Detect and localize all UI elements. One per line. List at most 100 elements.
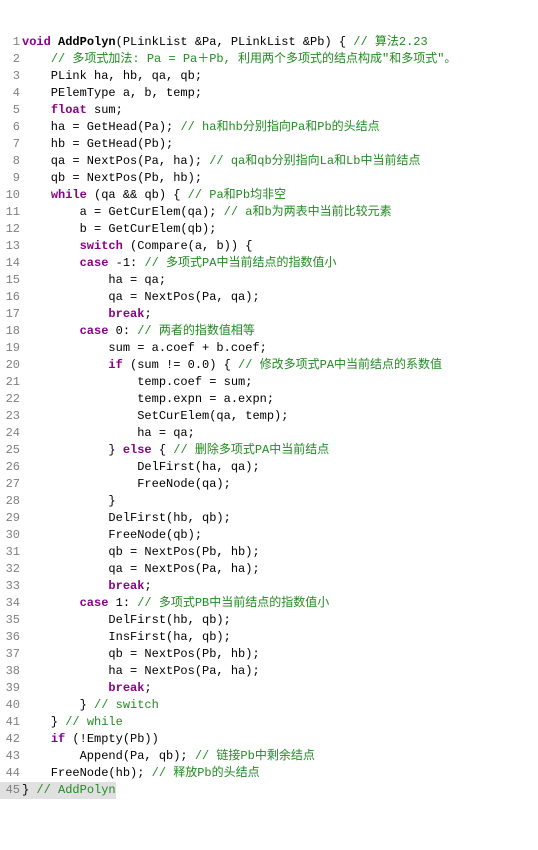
code-line: 8 qa = NextPos(Pa, ha); // qa和qb分别指向La和L… bbox=[0, 153, 538, 170]
line-content: case 0: // 两者的指数值相等 bbox=[20, 323, 255, 340]
line-content: PElemType a, b, temp; bbox=[20, 85, 202, 102]
code-line: 36 InsFirst(ha, qb); bbox=[0, 629, 538, 646]
line-content: SetCurElem(qa, temp); bbox=[20, 408, 288, 425]
code-line: 6 ha = GetHead(Pa); // ha和hb分别指向Pa和Pb的头结… bbox=[0, 119, 538, 136]
line-number: 36 bbox=[0, 629, 20, 646]
line-content: ha = GetHead(Pa); // ha和hb分别指向Pa和Pb的头结点 bbox=[20, 119, 380, 136]
line-content: qb = NextPos(Pb, hb); bbox=[20, 544, 260, 561]
line-number: 14 bbox=[0, 255, 20, 272]
code-line: 39 break; bbox=[0, 680, 538, 697]
line-content: qa = NextPos(Pa, qa); bbox=[20, 289, 260, 306]
line-content: if (sum != 0.0) { // 修改多项式PA中当前结点的系数值 bbox=[20, 357, 442, 374]
line-content: } // switch bbox=[20, 697, 159, 714]
code-block: 1void AddPolyn(PLinkList &Pa, PLinkList … bbox=[0, 34, 538, 799]
line-content: Append(Pa, qb); // 链接Pb中剩余结点 bbox=[20, 748, 315, 765]
line-number: 41 bbox=[0, 714, 20, 731]
code-line: 10 while (qa && qb) { // Pa和Pb均非空 bbox=[0, 187, 538, 204]
code-line: 2 // 多项式加法: Pa = Pa＋Pb, 利用两个多项式的结点构成"和多项… bbox=[0, 51, 538, 68]
line-number: 42 bbox=[0, 731, 20, 748]
line-content: temp.expn = a.expn; bbox=[20, 391, 274, 408]
line-number: 11 bbox=[0, 204, 20, 221]
line-content: a = GetCurElem(qa); // a和b为两表中当前比较元素 bbox=[20, 204, 392, 221]
code-line: 34 case 1: // 多项式PB中当前结点的指数值小 bbox=[0, 595, 538, 612]
code-line: 21 temp.coef = sum; bbox=[0, 374, 538, 391]
line-number: 25 bbox=[0, 442, 20, 459]
line-content: } // while bbox=[20, 714, 123, 731]
line-number: 39 bbox=[0, 680, 20, 697]
code-line: 24 ha = qa; bbox=[0, 425, 538, 442]
code-line: 9 qb = NextPos(Pb, hb); bbox=[0, 170, 538, 187]
line-content: b = GetCurElem(qb); bbox=[20, 221, 216, 238]
line-content: DelFirst(hb, qb); bbox=[20, 510, 231, 527]
line-content: PLink ha, hb, qa, qb; bbox=[20, 68, 202, 85]
code-line: 3 PLink ha, hb, qa, qb; bbox=[0, 68, 538, 85]
code-line: 45} // AddPolyn bbox=[0, 782, 538, 799]
code-line: 40 } // switch bbox=[0, 697, 538, 714]
code-line: 29 DelFirst(hb, qb); bbox=[0, 510, 538, 527]
code-line: 23 SetCurElem(qa, temp); bbox=[0, 408, 538, 425]
code-line: 7 hb = GetHead(Pb); bbox=[0, 136, 538, 153]
line-number: 28 bbox=[0, 493, 20, 510]
code-line: 18 case 0: // 两者的指数值相等 bbox=[0, 323, 538, 340]
line-number: 15 bbox=[0, 272, 20, 289]
code-line: 20 if (sum != 0.0) { // 修改多项式PA中当前结点的系数值 bbox=[0, 357, 538, 374]
line-number: 8 bbox=[0, 153, 20, 170]
line-number: 32 bbox=[0, 561, 20, 578]
line-content: qb = NextPos(Pb, hb); bbox=[20, 646, 260, 663]
line-number: 34 bbox=[0, 595, 20, 612]
line-number: 21 bbox=[0, 374, 20, 391]
line-number: 45 bbox=[0, 782, 20, 799]
line-content: FreeNode(qa); bbox=[20, 476, 231, 493]
code-line: 32 qa = NextPos(Pa, ha); bbox=[0, 561, 538, 578]
line-content: temp.coef = sum; bbox=[20, 374, 252, 391]
code-line: 25 } else { // 删除多项式PA中当前结点 bbox=[0, 442, 538, 459]
line-content: InsFirst(ha, qb); bbox=[20, 629, 231, 646]
line-content: if (!Empty(Pb)) bbox=[20, 731, 159, 748]
line-number: 24 bbox=[0, 425, 20, 442]
line-number: 33 bbox=[0, 578, 20, 595]
code-line: 28 } bbox=[0, 493, 538, 510]
line-number: 2 bbox=[0, 51, 20, 68]
line-content: break; bbox=[20, 680, 152, 697]
line-number: 43 bbox=[0, 748, 20, 765]
line-content: } // AddPolyn bbox=[20, 782, 116, 799]
line-number: 40 bbox=[0, 697, 20, 714]
line-number: 5 bbox=[0, 102, 20, 119]
line-content: FreeNode(hb); // 释放Pb的头结点 bbox=[20, 765, 260, 782]
line-content: qb = NextPos(Pb, hb); bbox=[20, 170, 202, 187]
code-line: 11 a = GetCurElem(qa); // a和b为两表中当前比较元素 bbox=[0, 204, 538, 221]
code-line: 38 ha = NextPos(Pa, ha); bbox=[0, 663, 538, 680]
line-content: hb = GetHead(Pb); bbox=[20, 136, 173, 153]
code-line: 13 switch (Compare(a, b)) { bbox=[0, 238, 538, 255]
line-content: break; bbox=[20, 578, 152, 595]
code-line: 19 sum = a.coef + b.coef; bbox=[0, 340, 538, 357]
line-number: 30 bbox=[0, 527, 20, 544]
code-line: 35 DelFirst(hb, qb); bbox=[0, 612, 538, 629]
line-content: FreeNode(qb); bbox=[20, 527, 202, 544]
line-content: } bbox=[20, 493, 116, 510]
line-content: DelFirst(ha, qa); bbox=[20, 459, 260, 476]
line-number: 13 bbox=[0, 238, 20, 255]
line-number: 18 bbox=[0, 323, 20, 340]
line-number: 27 bbox=[0, 476, 20, 493]
line-content: case 1: // 多项式PB中当前结点的指数值小 bbox=[20, 595, 329, 612]
line-content: float sum; bbox=[20, 102, 123, 119]
line-number: 12 bbox=[0, 221, 20, 238]
code-line: 15 ha = qa; bbox=[0, 272, 538, 289]
line-content: } else { // 删除多项式PA中当前结点 bbox=[20, 442, 329, 459]
code-line: 33 break; bbox=[0, 578, 538, 595]
code-line: 22 temp.expn = a.expn; bbox=[0, 391, 538, 408]
line-content: case -1: // 多项式PA中当前结点的指数值小 bbox=[20, 255, 336, 272]
line-number: 4 bbox=[0, 85, 20, 102]
line-number: 29 bbox=[0, 510, 20, 527]
code-line: 37 qb = NextPos(Pb, hb); bbox=[0, 646, 538, 663]
line-number: 38 bbox=[0, 663, 20, 680]
line-content: ha = qa; bbox=[20, 272, 166, 289]
line-number: 35 bbox=[0, 612, 20, 629]
line-number: 23 bbox=[0, 408, 20, 425]
line-number: 44 bbox=[0, 765, 20, 782]
code-line: 5 float sum; bbox=[0, 102, 538, 119]
line-number: 17 bbox=[0, 306, 20, 323]
line-content: ha = qa; bbox=[20, 425, 195, 442]
line-number: 9 bbox=[0, 170, 20, 187]
